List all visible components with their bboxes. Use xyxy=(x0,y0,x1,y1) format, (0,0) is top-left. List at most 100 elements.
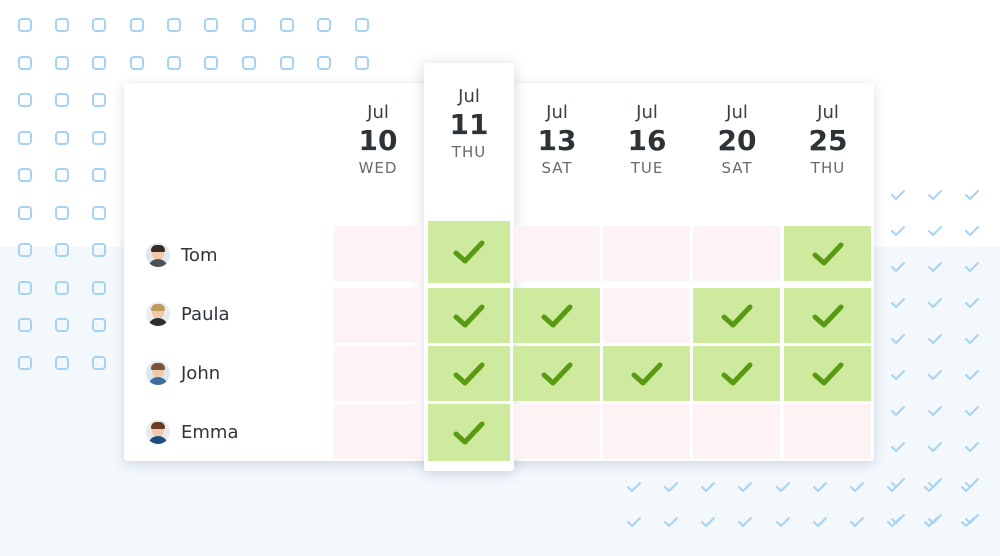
decor-square-icon xyxy=(55,93,69,107)
decor-check-icon xyxy=(891,226,905,236)
availability-cell-yes[interactable] xyxy=(784,226,871,281)
participant-row-label: John xyxy=(146,359,220,387)
availability-cell-yes[interactable] xyxy=(784,288,871,343)
decor-check-icon xyxy=(701,482,715,492)
decor-square-icon xyxy=(204,18,218,32)
availability-cell-no[interactable] xyxy=(334,226,421,281)
availability-cell-yes[interactable] xyxy=(428,288,510,343)
availability-cell-yes[interactable] xyxy=(603,346,690,401)
decor-square-icon xyxy=(18,243,32,257)
decor-check-icon xyxy=(928,190,942,200)
availability-cell-no[interactable] xyxy=(334,288,421,343)
decor-check-icon xyxy=(891,442,905,452)
decor-check-icon xyxy=(965,298,979,308)
availability-cell-yes[interactable] xyxy=(693,346,780,401)
date-month: Jul xyxy=(458,86,480,107)
decor-square-icon xyxy=(242,18,256,32)
decor-check-icon xyxy=(813,482,827,492)
decor-square-icon xyxy=(280,56,294,70)
decor-square-icon xyxy=(242,56,256,70)
checkmark-icon xyxy=(812,362,843,385)
decor-check-icon xyxy=(965,190,979,200)
date-day: 11 xyxy=(449,108,489,141)
availability-cell-yes[interactable] xyxy=(693,288,780,343)
participant-name: Paula xyxy=(181,303,230,325)
decor-square-icon xyxy=(92,356,106,370)
availability-cell-no[interactable] xyxy=(603,226,690,281)
date-header-selected[interactable]: Jul 11 THU xyxy=(424,86,514,162)
availability-cell-no[interactable] xyxy=(334,404,421,459)
decor-check-icon xyxy=(928,406,942,416)
date-weekday: THU xyxy=(451,143,487,161)
decor-check-icon xyxy=(928,226,942,236)
decor-square-icon xyxy=(92,281,106,295)
date-header[interactable]: Jul 13 SAT xyxy=(512,102,602,178)
decor-square-icon xyxy=(355,56,369,70)
decor-check-icon xyxy=(891,190,905,200)
decor-square-icon xyxy=(18,131,32,145)
date-header[interactable]: Jul 20 SAT xyxy=(692,102,782,178)
participant-row-label: Paula xyxy=(146,300,230,328)
availability-cell-no[interactable] xyxy=(603,404,690,459)
decor-square-icon xyxy=(92,131,106,145)
decor-check-icon xyxy=(928,370,942,380)
date-header[interactable]: Jul 25 THU xyxy=(783,102,873,178)
availability-cell-no[interactable] xyxy=(693,226,780,281)
checkmark-icon xyxy=(453,421,485,444)
decor-square-icon xyxy=(55,56,69,70)
decor-check-icon xyxy=(965,442,979,452)
date-day: 13 xyxy=(537,124,577,157)
availability-cell-no[interactable] xyxy=(784,404,871,459)
decor-check-icon xyxy=(965,334,979,344)
availability-cell-no[interactable] xyxy=(693,404,780,459)
participant-name: John xyxy=(181,362,221,384)
decor-check-icon xyxy=(924,482,938,492)
date-header[interactable]: Jul 10 WED xyxy=(333,102,423,178)
date-day: 16 xyxy=(627,124,667,157)
availability-cell-yes[interactable] xyxy=(428,346,510,401)
decor-square-icon xyxy=(18,93,32,107)
checkmark-icon xyxy=(453,240,485,264)
date-month: Jul xyxy=(546,102,568,123)
availability-cell-yes[interactable] xyxy=(784,346,871,401)
availability-cell-yes[interactable] xyxy=(513,288,600,343)
availability-cell-no[interactable] xyxy=(334,346,421,401)
avatar-paula-icon xyxy=(146,302,170,326)
availability-cell-yes[interactable] xyxy=(428,221,510,283)
decor-square-icon xyxy=(18,168,32,182)
date-header[interactable]: Jul 16 TUE xyxy=(602,102,692,178)
decor-square-icon xyxy=(92,168,106,182)
availability-cell-no[interactable] xyxy=(513,226,600,281)
decor-check-icon xyxy=(887,482,901,492)
decor-check-icon xyxy=(928,298,942,308)
decor-check-icon xyxy=(850,517,864,527)
availability-cell-no[interactable] xyxy=(603,288,690,343)
checkmark-icon xyxy=(812,304,843,327)
decor-square-icon xyxy=(18,318,32,332)
checkmark-icon xyxy=(453,362,485,385)
decor-check-icon xyxy=(928,262,942,272)
checkmark-icon xyxy=(812,242,843,265)
decor-square-icon xyxy=(55,131,69,145)
avatar-john-icon xyxy=(146,361,170,385)
decor-check-icon xyxy=(813,517,827,527)
decor-square-icon xyxy=(130,18,144,32)
decor-square-icon xyxy=(18,18,32,32)
checkmark-icon xyxy=(541,304,572,327)
decor-square-icon xyxy=(55,356,69,370)
decor-square-icon xyxy=(92,318,106,332)
decor-check-icon xyxy=(965,262,979,272)
participant-row-label: Tom xyxy=(146,241,217,269)
date-weekday: WED xyxy=(358,159,398,177)
date-month: Jul xyxy=(367,102,389,123)
checkmark-icon xyxy=(721,304,752,327)
availability-cell-yes[interactable] xyxy=(513,346,600,401)
availability-cell-yes[interactable] xyxy=(428,404,510,461)
decor-square-icon xyxy=(355,18,369,32)
decor-check-icon xyxy=(891,334,905,344)
decor-square-icon xyxy=(55,18,69,32)
decor-check-icon xyxy=(664,517,678,527)
decor-square-icon xyxy=(55,206,69,220)
availability-cell-no[interactable] xyxy=(513,404,600,459)
decor-square-icon xyxy=(18,281,32,295)
